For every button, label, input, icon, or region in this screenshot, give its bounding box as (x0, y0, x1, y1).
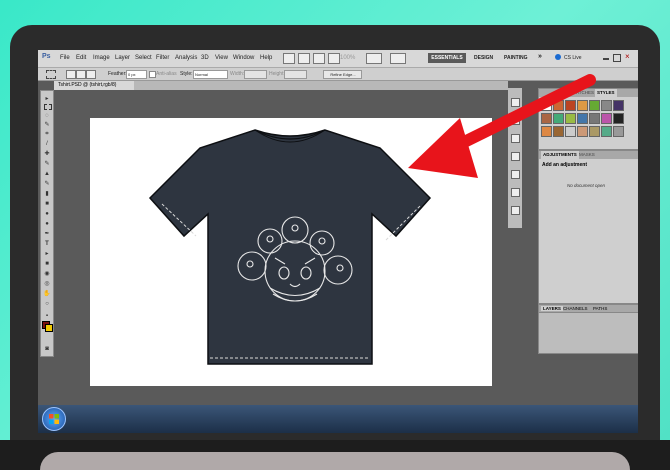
annotation-arrow (408, 74, 596, 178)
